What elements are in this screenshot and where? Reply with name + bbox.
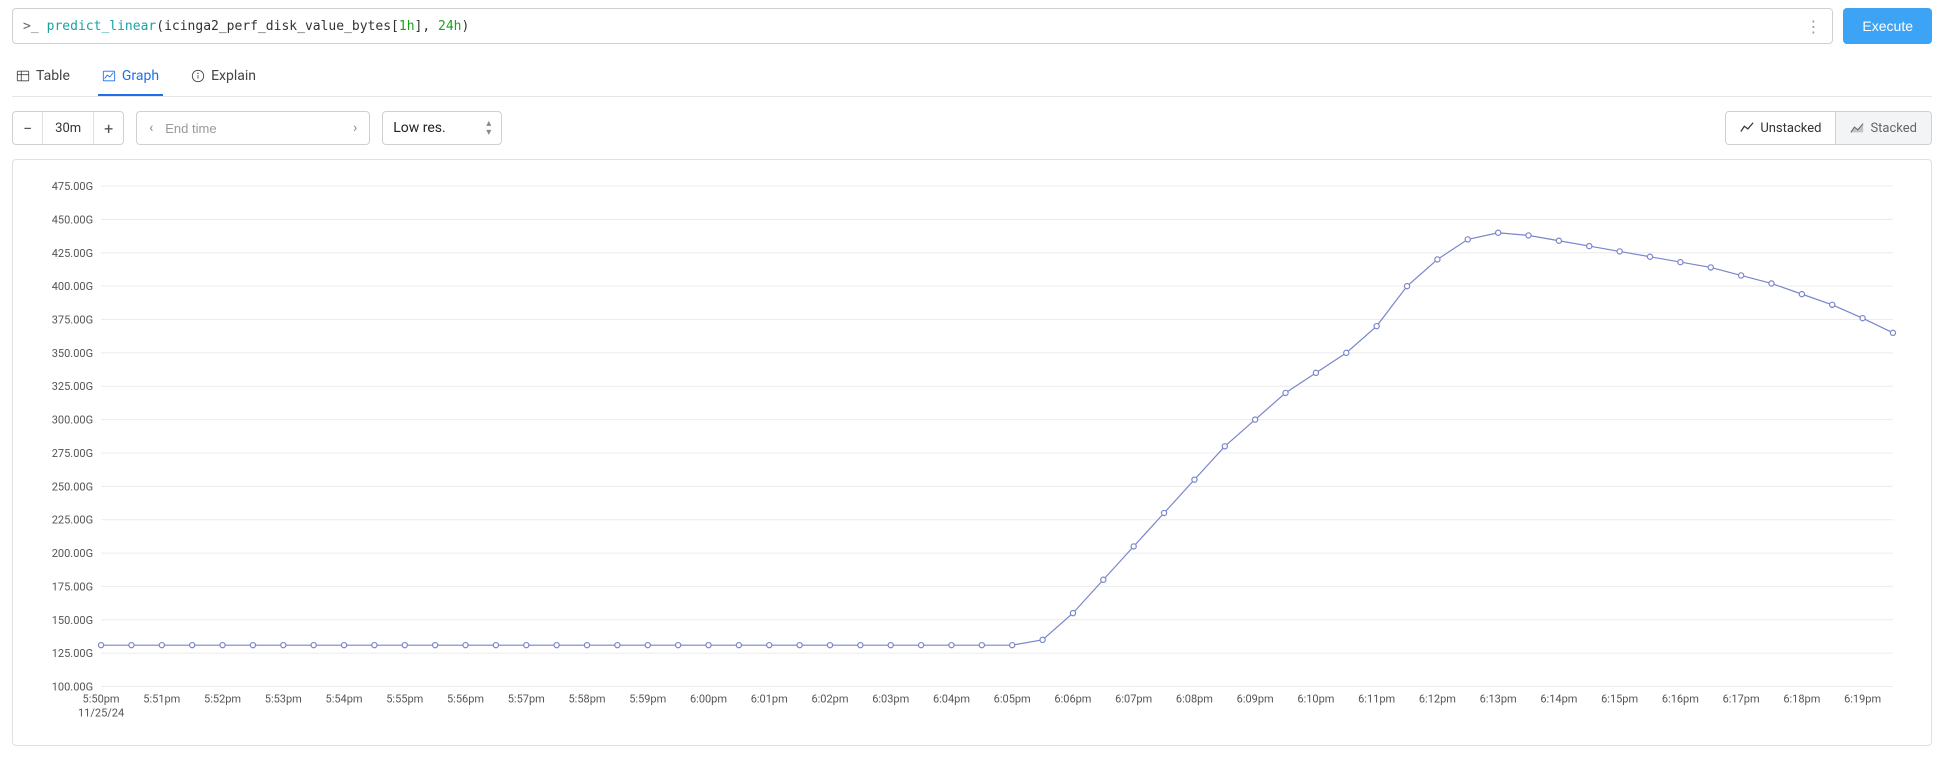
svg-text:175.00G: 175.00G (52, 580, 93, 593)
resolution-value: Low res. (393, 120, 445, 136)
updown-icon: ▴▾ (486, 119, 491, 137)
tab-explain[interactable]: Explain (187, 58, 260, 96)
svg-text:225.00G: 225.00G (52, 514, 93, 527)
range-decrease-button[interactable]: − (13, 112, 42, 144)
chart-svg[interactable]: 100.00G125.00G150.00G175.00G200.00G225.0… (31, 176, 1913, 737)
tab-label: Table (36, 68, 70, 84)
svg-text:6:09pm: 6:09pm (1237, 693, 1274, 706)
query-text: predict_linear(icinga2_perf_disk_value_b… (47, 19, 470, 34)
svg-text:6:01pm: 6:01pm (751, 693, 788, 706)
tab-graph[interactable]: Graph (98, 58, 163, 96)
end-time-next-button[interactable]: › (341, 112, 369, 144)
svg-text:6:10pm: 6:10pm (1297, 693, 1334, 706)
svg-text:6:18pm: 6:18pm (1783, 693, 1820, 706)
chart-panel: 100.00G125.00G150.00G175.00G200.00G225.0… (12, 159, 1932, 746)
svg-text:350.00G: 350.00G (52, 347, 93, 360)
svg-text:5:53pm: 5:53pm (265, 693, 302, 706)
prompt-icon: >_ (23, 19, 39, 34)
svg-text:475.00G: 475.00G (52, 180, 93, 193)
svg-text:6:13pm: 6:13pm (1480, 693, 1517, 706)
query-menu-icon[interactable]: ⋮ (1804, 17, 1822, 36)
graph-icon (102, 69, 116, 83)
svg-text:5:54pm: 5:54pm (326, 693, 363, 706)
svg-text:6:06pm: 6:06pm (1054, 693, 1091, 706)
svg-text:6:02pm: 6:02pm (811, 693, 848, 706)
svg-text:11/25/24: 11/25/24 (78, 707, 124, 720)
svg-text:375.00G: 375.00G (52, 313, 93, 326)
svg-text:6:05pm: 6:05pm (994, 693, 1031, 706)
stacked-button[interactable]: Stacked (1835, 112, 1931, 144)
stack-label: Stacked (1870, 121, 1917, 136)
svg-text:6:14pm: 6:14pm (1540, 693, 1577, 706)
svg-text:125.00G: 125.00G (52, 647, 93, 660)
svg-text:5:50pm: 5:50pm (83, 693, 120, 706)
svg-text:5:55pm: 5:55pm (386, 693, 423, 706)
svg-text:200.00G: 200.00G (52, 547, 93, 560)
svg-text:5:59pm: 5:59pm (629, 693, 666, 706)
svg-text:150.00G: 150.00G (52, 614, 93, 627)
svg-text:450.00G: 450.00G (52, 213, 93, 226)
svg-text:400.00G: 400.00G (52, 280, 93, 293)
svg-text:275.00G: 275.00G (52, 447, 93, 460)
svg-text:6:03pm: 6:03pm (872, 693, 909, 706)
range-value[interactable]: 30m (42, 112, 94, 144)
svg-text:6:19pm: 6:19pm (1844, 693, 1881, 706)
svg-text:6:04pm: 6:04pm (933, 693, 970, 706)
svg-text:5:57pm: 5:57pm (508, 693, 545, 706)
svg-text:5:52pm: 5:52pm (204, 693, 241, 706)
svg-text:6:15pm: 6:15pm (1601, 693, 1638, 706)
end-time-input[interactable] (165, 121, 341, 136)
execute-button[interactable]: Execute (1843, 8, 1932, 44)
stack-label: Unstacked (1760, 121, 1821, 136)
tab-table[interactable]: Table (12, 58, 74, 96)
end-time-picker: ‹ › (136, 111, 370, 145)
info-icon (191, 69, 205, 83)
unstacked-icon (1740, 121, 1754, 135)
svg-text:6:07pm: 6:07pm (1115, 693, 1152, 706)
stack-toggle: Unstacked Stacked (1725, 111, 1932, 145)
svg-text:5:56pm: 5:56pm (447, 693, 484, 706)
svg-text:6:08pm: 6:08pm (1176, 693, 1213, 706)
svg-text:6:16pm: 6:16pm (1662, 693, 1699, 706)
tab-label: Graph (122, 68, 159, 84)
unstacked-button[interactable]: Unstacked (1726, 112, 1835, 144)
svg-text:6:12pm: 6:12pm (1419, 693, 1456, 706)
svg-text:300.00G: 300.00G (52, 414, 93, 427)
view-tabs: Table Graph Explain (12, 58, 1932, 97)
range-picker: − 30m + (12, 111, 124, 145)
tab-label: Explain (211, 68, 256, 84)
end-time-prev-button[interactable]: ‹ (137, 112, 165, 144)
query-input[interactable]: >_ predict_linear(icinga2_perf_disk_valu… (12, 8, 1833, 44)
svg-text:325.00G: 325.00G (52, 380, 93, 393)
svg-text:250.00G: 250.00G (52, 480, 93, 493)
svg-text:6:17pm: 6:17pm (1723, 693, 1760, 706)
svg-text:6:11pm: 6:11pm (1358, 693, 1395, 706)
svg-text:5:51pm: 5:51pm (143, 693, 180, 706)
resolution-select[interactable]: Low res. ▴▾ (382, 111, 502, 145)
svg-text:6:00pm: 6:00pm (690, 693, 727, 706)
range-increase-button[interactable]: + (94, 112, 123, 144)
svg-text:5:58pm: 5:58pm (568, 693, 605, 706)
svg-text:425.00G: 425.00G (52, 247, 93, 260)
table-icon (16, 69, 30, 83)
stacked-icon (1850, 121, 1864, 135)
